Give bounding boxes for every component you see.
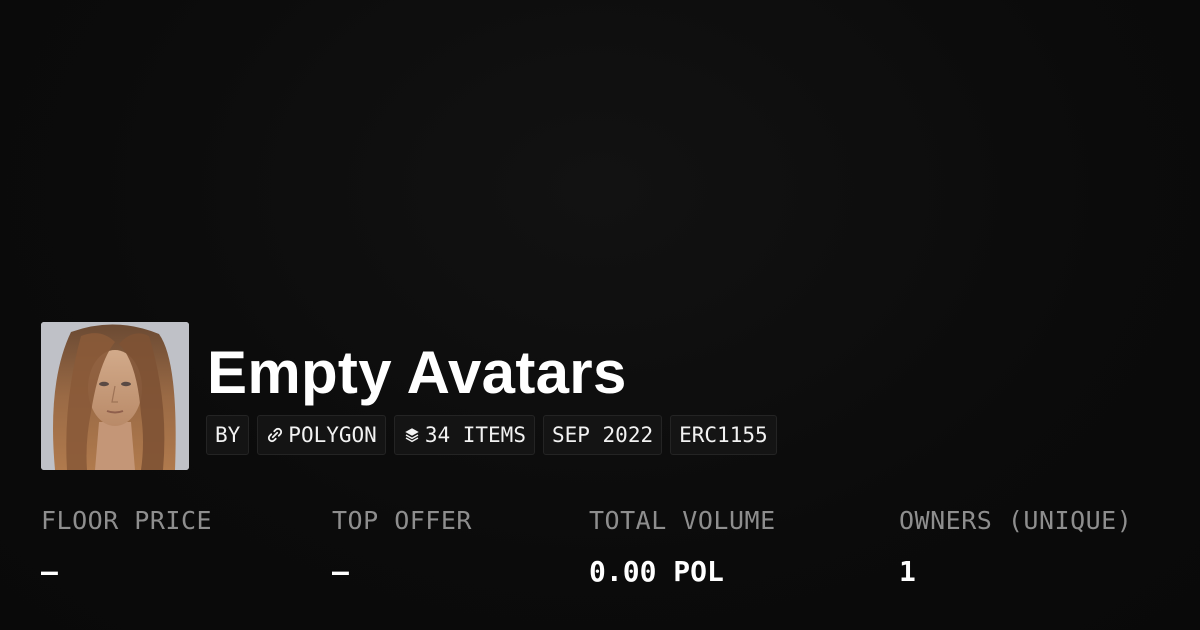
collection-title: Empty Avatars [207,339,627,406]
top-offer-value: – [332,555,349,588]
floor-price-label: FLOOR PRICE [41,506,213,535]
creator-tag-label: BY [215,423,241,447]
created-date-tag: SEP 2022 [542,415,663,455]
total-volume-stat: TOTAL VOLUME 0.00 POL [589,505,776,589]
items-tag-label: 34 ITEMS [424,423,526,447]
token-standard-tag-label: ERC1155 [679,423,768,447]
layers-icon [403,426,421,444]
created-date-tag-label: SEP 2022 [551,423,654,447]
top-offer-stat: TOP OFFER – [332,505,472,589]
avatar-portrait-image [41,322,189,470]
creator-tag: BY [206,415,250,455]
chain-tag-label: POLYGON [288,423,377,447]
floor-price-value: – [41,555,58,588]
top-offer-label: TOP OFFER [332,506,472,535]
owners-label: OWNERS (UNIQUE) [899,506,1133,535]
collection-avatar [41,322,189,470]
chain-link-icon [266,426,284,444]
total-volume-value: 0.00 POL [589,555,724,588]
token-standard-tag: ERC1155 [670,415,777,455]
owners-stat: OWNERS (UNIQUE) 1 [899,505,1132,589]
owners-value: 1 [899,555,916,588]
floor-price-stat: FLOOR PRICE – [41,505,212,589]
chain-tag[interactable]: POLYGON [257,415,386,455]
total-volume-label: TOTAL VOLUME [589,506,776,535]
collection-tags: BY POLYGON 34 ITEMS SEP 2022 ERC1155 [206,415,777,455]
items-tag: 34 ITEMS [393,415,535,455]
